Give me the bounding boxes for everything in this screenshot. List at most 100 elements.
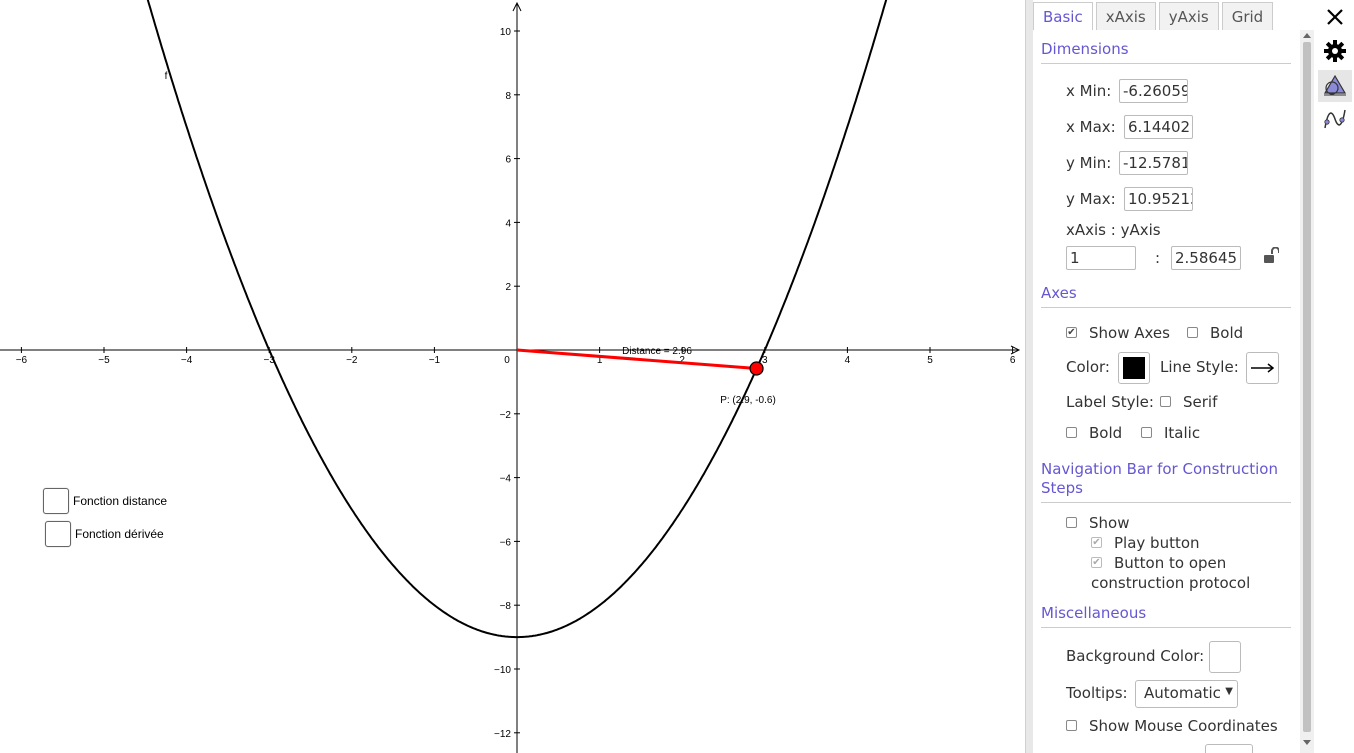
close-icon[interactable] (1322, 4, 1348, 30)
checkbox-fonction-distance[interactable]: Fonction distance (43, 488, 167, 514)
tooltips-label: Tooltips: (1066, 684, 1128, 702)
hidden-field-partial[interactable] (1205, 744, 1253, 753)
y-tick-label: 4 (505, 218, 511, 229)
section-title-navigation-line2: Steps (1041, 479, 1083, 497)
y-tick-label: −8 (500, 601, 512, 612)
open-protocol-label: Button to open (1114, 554, 1227, 572)
line-style-button[interactable] (1246, 352, 1279, 384)
x-tick-label: 4 (845, 355, 851, 366)
background-color-button[interactable] (1209, 641, 1241, 673)
axis-ratio-label: xAxis : yAxis (1066, 221, 1161, 239)
show-mouse-coords-checkbox[interactable] (1066, 720, 1077, 731)
y-tick-label: −2 (500, 410, 512, 421)
arrow-right-icon (1251, 363, 1275, 373)
chevron-down-icon: ▼ (1225, 686, 1233, 697)
divider (1041, 502, 1291, 503)
xmax-label: x Max: (1066, 118, 1116, 136)
label-bold-checkbox[interactable] (1066, 427, 1077, 438)
show-mouse-coords-label: Show Mouse Coordinates (1089, 717, 1278, 735)
show-axes-checkbox[interactable]: ✔ (1066, 327, 1077, 338)
bold-axes-checkbox[interactable] (1187, 327, 1198, 338)
checkbox-label: Fonction dérivée (75, 527, 164, 541)
ratio-y-input[interactable]: 2.58645 (1171, 246, 1241, 270)
point-p-label: P: (2.9, -0.6) (720, 395, 776, 406)
divider (1041, 307, 1291, 308)
play-button-label: Play button (1114, 534, 1200, 552)
y-tick-label: 2 (505, 282, 511, 293)
background-color-label: Background Color: (1066, 647, 1205, 665)
view-toolbar (1314, 0, 1354, 753)
settings-panel: Basic xAxis yAxis Grid Dimensions x Min:… (1033, 0, 1300, 753)
open-protocol-label-line2: construction protocol (1091, 574, 1251, 592)
section-title-dimensions: Dimensions (1041, 40, 1129, 58)
open-protocol-checkbox[interactable]: ✔ (1091, 557, 1102, 568)
bold-axes-label: Bold (1210, 324, 1244, 342)
checkbox-label: Fonction distance (73, 494, 168, 508)
x-tick-label: −4 (181, 355, 193, 366)
x-tick-label: 5 (927, 355, 933, 366)
line-style-label: Line Style: (1160, 358, 1239, 376)
ratio-x-input[interactable]: 1 (1066, 246, 1136, 270)
italic-checkbox[interactable] (1141, 427, 1152, 438)
xmin-input[interactable]: -6.26059 (1119, 79, 1188, 103)
x-tick-label: −5 (98, 355, 110, 366)
divider (1041, 627, 1291, 628)
graphics-icon[interactable] (1322, 73, 1348, 99)
checkbox-fonction-derivee[interactable]: Fonction dérivée (45, 521, 164, 547)
serif-label: Serif (1183, 393, 1218, 411)
x-tick-label: −2 (346, 355, 358, 366)
y-tick-label: 8 (505, 91, 511, 102)
y-tick-label: −6 (500, 537, 512, 548)
x-tick-label: −1 (429, 355, 441, 366)
tab-bar: Basic xAxis yAxis Grid (1033, 0, 1276, 31)
ymin-label: y Min: (1066, 154, 1112, 172)
scroll-thumb[interactable] (1303, 42, 1311, 732)
graphics-view[interactable]: −6 −5 −4 −3 −2 −1 0 1 2 3 4 5 6 10 8 6 4 2 −2 −4 −6 −8 −10 −12 f… (0, 0, 1025, 753)
axis-color-label: Color: (1066, 358, 1110, 376)
unlock-icon[interactable] (1263, 247, 1279, 265)
show-axes-label: Show Axes (1089, 324, 1170, 342)
y-tick-label: −10 (494, 665, 511, 676)
show-nav-checkbox[interactable] (1066, 517, 1077, 528)
ymax-input[interactable]: 10.95213 (1124, 187, 1193, 211)
y-tick-label: −12 (494, 729, 511, 740)
xmin-label: x Min: (1066, 82, 1112, 100)
gear-icon[interactable] (1322, 38, 1348, 64)
algebra-curve-icon[interactable] (1322, 106, 1348, 132)
label-style-label: Label Style: (1066, 393, 1154, 411)
tooltips-select[interactable]: Automatic ▼ (1135, 680, 1238, 708)
scroll-down-icon[interactable] (1303, 740, 1311, 745)
xmax-input[interactable]: 6.14402 (1124, 115, 1193, 139)
label-bold-label: Bold (1089, 424, 1123, 442)
section-title-axes: Axes (1041, 284, 1077, 302)
x-tick-label: 0 (504, 355, 510, 366)
scroll-up-icon[interactable] (1303, 33, 1311, 38)
section-title-miscellaneous: Miscellaneous (1041, 604, 1147, 622)
ymax-label: y Max: (1066, 190, 1116, 208)
x-tick-label: −6 (16, 355, 28, 366)
x-tick-label: 6 (1010, 355, 1016, 366)
panel-scrollbar[interactable] (1300, 30, 1314, 753)
ymin-input[interactable]: -12.5781 (1119, 151, 1188, 175)
divider (1041, 63, 1291, 64)
function-label-f: f (165, 71, 168, 82)
distance-label: Distance = 2.96 (622, 346, 692, 357)
plot-canvas[interactable]: −6 −5 −4 −3 −2 −1 0 1 2 3 4 5 6108642−2−4−6−8−10−12f… (0, 0, 1025, 753)
y-tick-label: −4 (500, 474, 512, 485)
section-title-navigation: Navigation Bar for Construction (1041, 460, 1278, 478)
y-tick-label: 10 (500, 27, 512, 38)
tab-basic[interactable]: Basic (1033, 2, 1093, 30)
serif-checkbox[interactable] (1160, 396, 1171, 407)
tab-xaxis[interactable]: xAxis (1095, 2, 1156, 30)
play-button-checkbox[interactable]: ✔ (1091, 537, 1102, 548)
color-swatch (1123, 357, 1145, 379)
checkbox-box[interactable] (43, 488, 69, 514)
axis-color-button[interactable] (1118, 352, 1150, 384)
point-p[interactable] (749, 361, 764, 376)
tooltips-value: Automatic (1144, 684, 1221, 702)
checkbox-box[interactable] (45, 521, 71, 547)
show-nav-label: Show (1089, 514, 1130, 532)
tab-grid[interactable]: Grid (1221, 2, 1274, 30)
tab-yaxis[interactable]: yAxis (1158, 2, 1219, 30)
italic-label: Italic (1164, 424, 1201, 442)
